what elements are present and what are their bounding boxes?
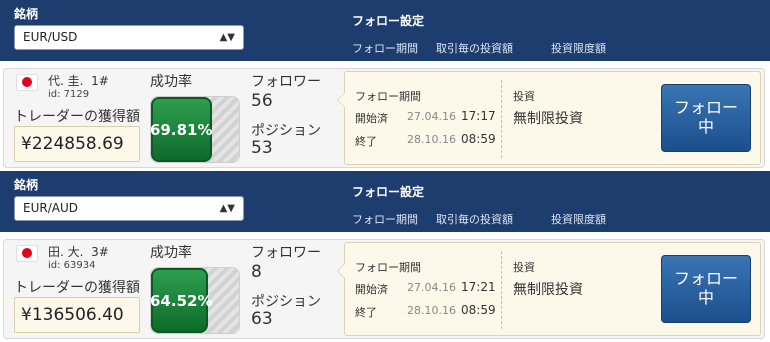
col-amount-per-trade: 取引毎の投資額 <box>436 213 513 226</box>
end-time: 08:59 <box>461 132 496 146</box>
investment-value: 無制限投資 <box>513 111 583 127</box>
follow-period-title: フォロー期間 <box>355 90 421 103</box>
investment-label: 投資 <box>513 261 535 274</box>
investment-label: 投資 <box>513 90 535 103</box>
trader-rank: 3# <box>91 245 109 259</box>
trader-block: 銘柄 EUR/AUD ▲▼ フォロー設定 フォロー期間 取引毎の投資額 投資限度… <box>0 171 770 342</box>
end-label: 終了 <box>355 306 377 319</box>
follow-settings-title: フォロー設定 <box>352 185 425 199</box>
success-rate-value: 64.52% <box>150 292 213 310</box>
end-date: 28.10.16 <box>407 304 456 317</box>
following-button-line1: フォロー <box>673 269 738 288</box>
symbol-header: 銘柄 EUR/USD ▲▼ フォロー設定 フォロー期間 取引毎の投資額 投資限度… <box>0 0 770 61</box>
start-label: 開始済 <box>355 112 388 125</box>
symbol-header: 銘柄 EUR/AUD ▲▼ フォロー設定 フォロー期間 取引毎の投資額 投資限度… <box>0 171 770 232</box>
success-rate-label: 成功率 <box>150 74 192 90</box>
start-date: 27.04.16 <box>407 281 456 294</box>
follow-settings-title: フォロー設定 <box>352 14 425 28</box>
trader-card: 田. 大. 3# id: 63934 トレーダーの獲得額 ¥136506.40 … <box>3 239 765 339</box>
trader-block: 銘柄 EUR/USD ▲▼ フォロー設定 フォロー期間 取引毎の投資額 投資限度… <box>0 0 770 171</box>
following-button[interactable]: フォロー 中 <box>661 255 751 323</box>
trader-name: 代. 圭. 1# <box>48 72 109 89</box>
col-investment-limit: 投資限度額 <box>551 42 606 55</box>
symbol-select[interactable]: EUR/USD ▲▼ <box>14 25 244 50</box>
symbol-label: 銘柄 <box>14 178 39 192</box>
trader-id: id: 63934 <box>48 260 96 271</box>
following-button-line1: フォロー <box>673 98 738 117</box>
up-down-caret-icon: ▲▼ <box>219 32 235 43</box>
success-rate-label: 成功率 <box>150 245 192 261</box>
followers-label: フォロワー <box>251 245 321 261</box>
investment-value: 無制限投資 <box>513 282 583 298</box>
trader-name: 田. 大. 3# <box>48 243 109 260</box>
start-date: 27.04.16 <box>407 110 456 123</box>
selected-symbol: EUR/USD <box>23 30 78 44</box>
followers-value: 8 <box>251 262 262 282</box>
japan-flag-icon <box>16 74 38 91</box>
gain-value: ¥224858.69 <box>14 126 140 162</box>
trader-card: 代. 圭. 1# id: 7129 トレーダーの獲得額 ¥224858.69 成… <box>3 68 765 168</box>
follow-info-panel: フォロー期間 開始済 27.04.16 17:21 終了 28.10.16 08… <box>337 242 761 336</box>
trader-name-text: 代. 圭. <box>48 74 84 88</box>
success-rate-value: 69.81% <box>150 121 213 139</box>
symbol-label: 銘柄 <box>14 7 39 21</box>
gain-label: トレーダーの獲得額 <box>14 109 140 125</box>
positions-label: ポジション <box>251 294 321 310</box>
following-button-line2: 中 <box>697 288 714 307</box>
col-follow-period: フォロー期間 <box>352 42 418 55</box>
symbol-select[interactable]: EUR/AUD ▲▼ <box>14 196 244 221</box>
gain-label: トレーダーの獲得額 <box>14 280 140 296</box>
col-follow-period: フォロー期間 <box>352 213 418 226</box>
end-label: 終了 <box>355 135 377 148</box>
following-button-line2: 中 <box>697 117 714 136</box>
following-button[interactable]: フォロー 中 <box>661 84 751 152</box>
end-date: 28.10.16 <box>407 133 456 146</box>
end-time: 08:59 <box>461 303 496 317</box>
start-time: 17:21 <box>461 280 496 294</box>
trader-rank: 1# <box>91 74 109 88</box>
positions-value: 53 <box>251 138 273 158</box>
info-divider <box>501 80 502 158</box>
col-investment-limit: 投資限度額 <box>551 213 606 226</box>
follow-period-title: フォロー期間 <box>355 261 421 274</box>
trader-id: id: 7129 <box>48 89 90 100</box>
positions-value: 63 <box>251 309 273 329</box>
trader-name-text: 田. 大. <box>48 245 84 259</box>
col-amount-per-trade: 取引毎の投資額 <box>436 42 513 55</box>
followers-value: 56 <box>251 91 273 111</box>
positions-label: ポジション <box>251 123 321 139</box>
gain-value: ¥136506.40 <box>14 297 140 333</box>
follow-info-panel: フォロー期間 開始済 27.04.16 17:17 終了 28.10.16 08… <box>337 71 761 165</box>
japan-flag-icon <box>16 245 38 262</box>
info-divider <box>501 251 502 329</box>
selected-symbol: EUR/AUD <box>23 201 78 215</box>
up-down-caret-icon: ▲▼ <box>219 203 235 214</box>
followers-label: フォロワー <box>251 74 321 90</box>
start-label: 開始済 <box>355 283 388 296</box>
start-time: 17:17 <box>461 109 496 123</box>
